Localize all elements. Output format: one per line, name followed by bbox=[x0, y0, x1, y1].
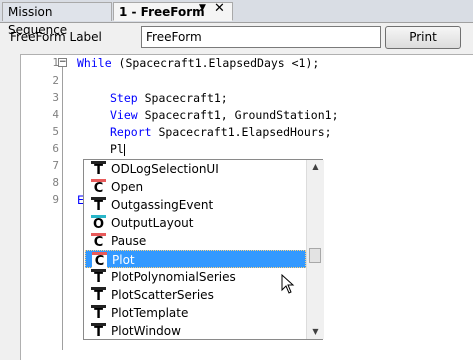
scroll-down-icon[interactable]: ▼ bbox=[307, 325, 324, 339]
line-number: 5 bbox=[52, 125, 59, 138]
command-icon: C bbox=[92, 252, 107, 268]
autocomplete-item[interactable]: C Pause bbox=[85, 232, 306, 250]
autocomplete-item-label: PlotScatterSeries bbox=[111, 288, 214, 302]
autocomplete-item-label: Plot bbox=[112, 253, 135, 267]
autocomplete-item-label: Open bbox=[111, 180, 144, 194]
tab-close-icon[interactable]: ✕ bbox=[214, 1, 225, 16]
autocomplete-item-label: PlotPolynomialSeries bbox=[111, 270, 236, 284]
line-number: 6 bbox=[52, 142, 59, 155]
line-number: 4 bbox=[52, 108, 59, 121]
tab-mission-sequence[interactable]: Mission Sequence bbox=[2, 2, 112, 37]
tab-dropdown-icon[interactable]: ▼ bbox=[199, 3, 206, 13]
autocomplete-popup[interactable]: T ODLogSelectionUI C Open T OutgassingEvent… bbox=[83, 159, 324, 340]
autocomplete-item-label: OutputLayout bbox=[111, 216, 194, 230]
scroll-up-icon[interactable]: ▲ bbox=[307, 160, 324, 174]
scroll-thumb[interactable] bbox=[309, 248, 321, 263]
autocomplete-item[interactable]: O OutputLayout bbox=[85, 214, 306, 232]
autocomplete-item[interactable]: T ODLogSelectionUI bbox=[85, 160, 306, 178]
fold-collapse-icon[interactable]: − bbox=[58, 58, 67, 67]
type-icon: T bbox=[91, 161, 106, 177]
command-icon: C bbox=[91, 179, 106, 195]
tab-label: 1 - FreeForm bbox=[119, 5, 205, 19]
document-tab-bar: Mission Sequence 1 - FreeForm ▼ ✕ bbox=[0, 0, 473, 37]
autocomplete-item-selected[interactable]: C Plot bbox=[85, 250, 306, 268]
code-line: While (Spacecraft1.ElapsedDays <1); bbox=[77, 56, 319, 70]
line-number: 2 bbox=[52, 74, 59, 87]
fold-guide-line bbox=[62, 61, 63, 350]
code-keyword: While bbox=[77, 56, 112, 70]
line-number-gutter: 1 2 3 4 5 6 7 8 9 bbox=[21, 55, 60, 360]
print-button[interactable]: Print bbox=[385, 26, 461, 49]
code-text: Spacecraft1, GroundStation1; bbox=[137, 108, 339, 122]
code-text: (Spacecraft1.ElapsedDays <1); bbox=[111, 56, 320, 70]
autocomplete-item[interactable]: T PlotWindow bbox=[85, 322, 306, 340]
line-number: 8 bbox=[52, 176, 59, 189]
autocomplete-item-label: Pause bbox=[111, 234, 147, 248]
line-number: 1 bbox=[52, 56, 59, 69]
autocomplete-item-label: PlotWindow bbox=[111, 324, 181, 338]
autocomplete-item[interactable]: T OutgassingEvent bbox=[85, 196, 306, 214]
autocomplete-item-label: PlotTemplate bbox=[111, 306, 189, 320]
type-icon: T bbox=[91, 305, 106, 321]
type-icon: T bbox=[91, 323, 106, 339]
command-icon: C bbox=[91, 233, 106, 249]
autocomplete-item-label: ODLogSelectionUI bbox=[111, 162, 219, 176]
mouse-pointer-icon bbox=[281, 274, 295, 294]
code-text: Pl bbox=[110, 142, 124, 156]
code-keyword: View bbox=[110, 108, 138, 122]
code-line: View Spacecraft1, GroundStation1; bbox=[110, 108, 339, 122]
code-keyword: Report bbox=[110, 125, 152, 139]
type-icon: T bbox=[91, 197, 106, 213]
line-number: 9 bbox=[52, 193, 59, 206]
autocomplete-item[interactable]: T PlotScatterSeries bbox=[85, 286, 306, 304]
code-line: Report Spacecraft1.ElapsedHours; bbox=[110, 125, 332, 139]
type-icon: T bbox=[91, 287, 106, 303]
freeform-label-caption: FreeForm Label bbox=[10, 30, 102, 44]
object-icon: O bbox=[91, 215, 106, 232]
freeform-label-input[interactable]: FreeForm bbox=[141, 26, 381, 48]
type-icon: T bbox=[91, 269, 106, 285]
autocomplete-item[interactable]: C Open bbox=[85, 178, 306, 196]
autocomplete-item[interactable]: T PlotTemplate bbox=[85, 304, 306, 322]
autocomplete-item-label: OutgassingEvent bbox=[111, 198, 214, 212]
line-number: 3 bbox=[52, 91, 59, 104]
autocomplete-item[interactable]: T PlotPolynomialSeries bbox=[85, 268, 306, 286]
code-keyword: Step bbox=[110, 91, 138, 105]
code-text: Spacecraft1; bbox=[137, 91, 228, 105]
autocomplete-scrollbar[interactable]: ▲ ▼ bbox=[306, 160, 324, 339]
line-number: 7 bbox=[52, 159, 59, 172]
code-line-current: Pl bbox=[110, 142, 125, 156]
text-caret bbox=[123, 143, 125, 156]
code-text: Spacecraft1.ElapsedHours; bbox=[151, 125, 332, 139]
code-line: Step Spacecraft1; bbox=[110, 91, 228, 105]
